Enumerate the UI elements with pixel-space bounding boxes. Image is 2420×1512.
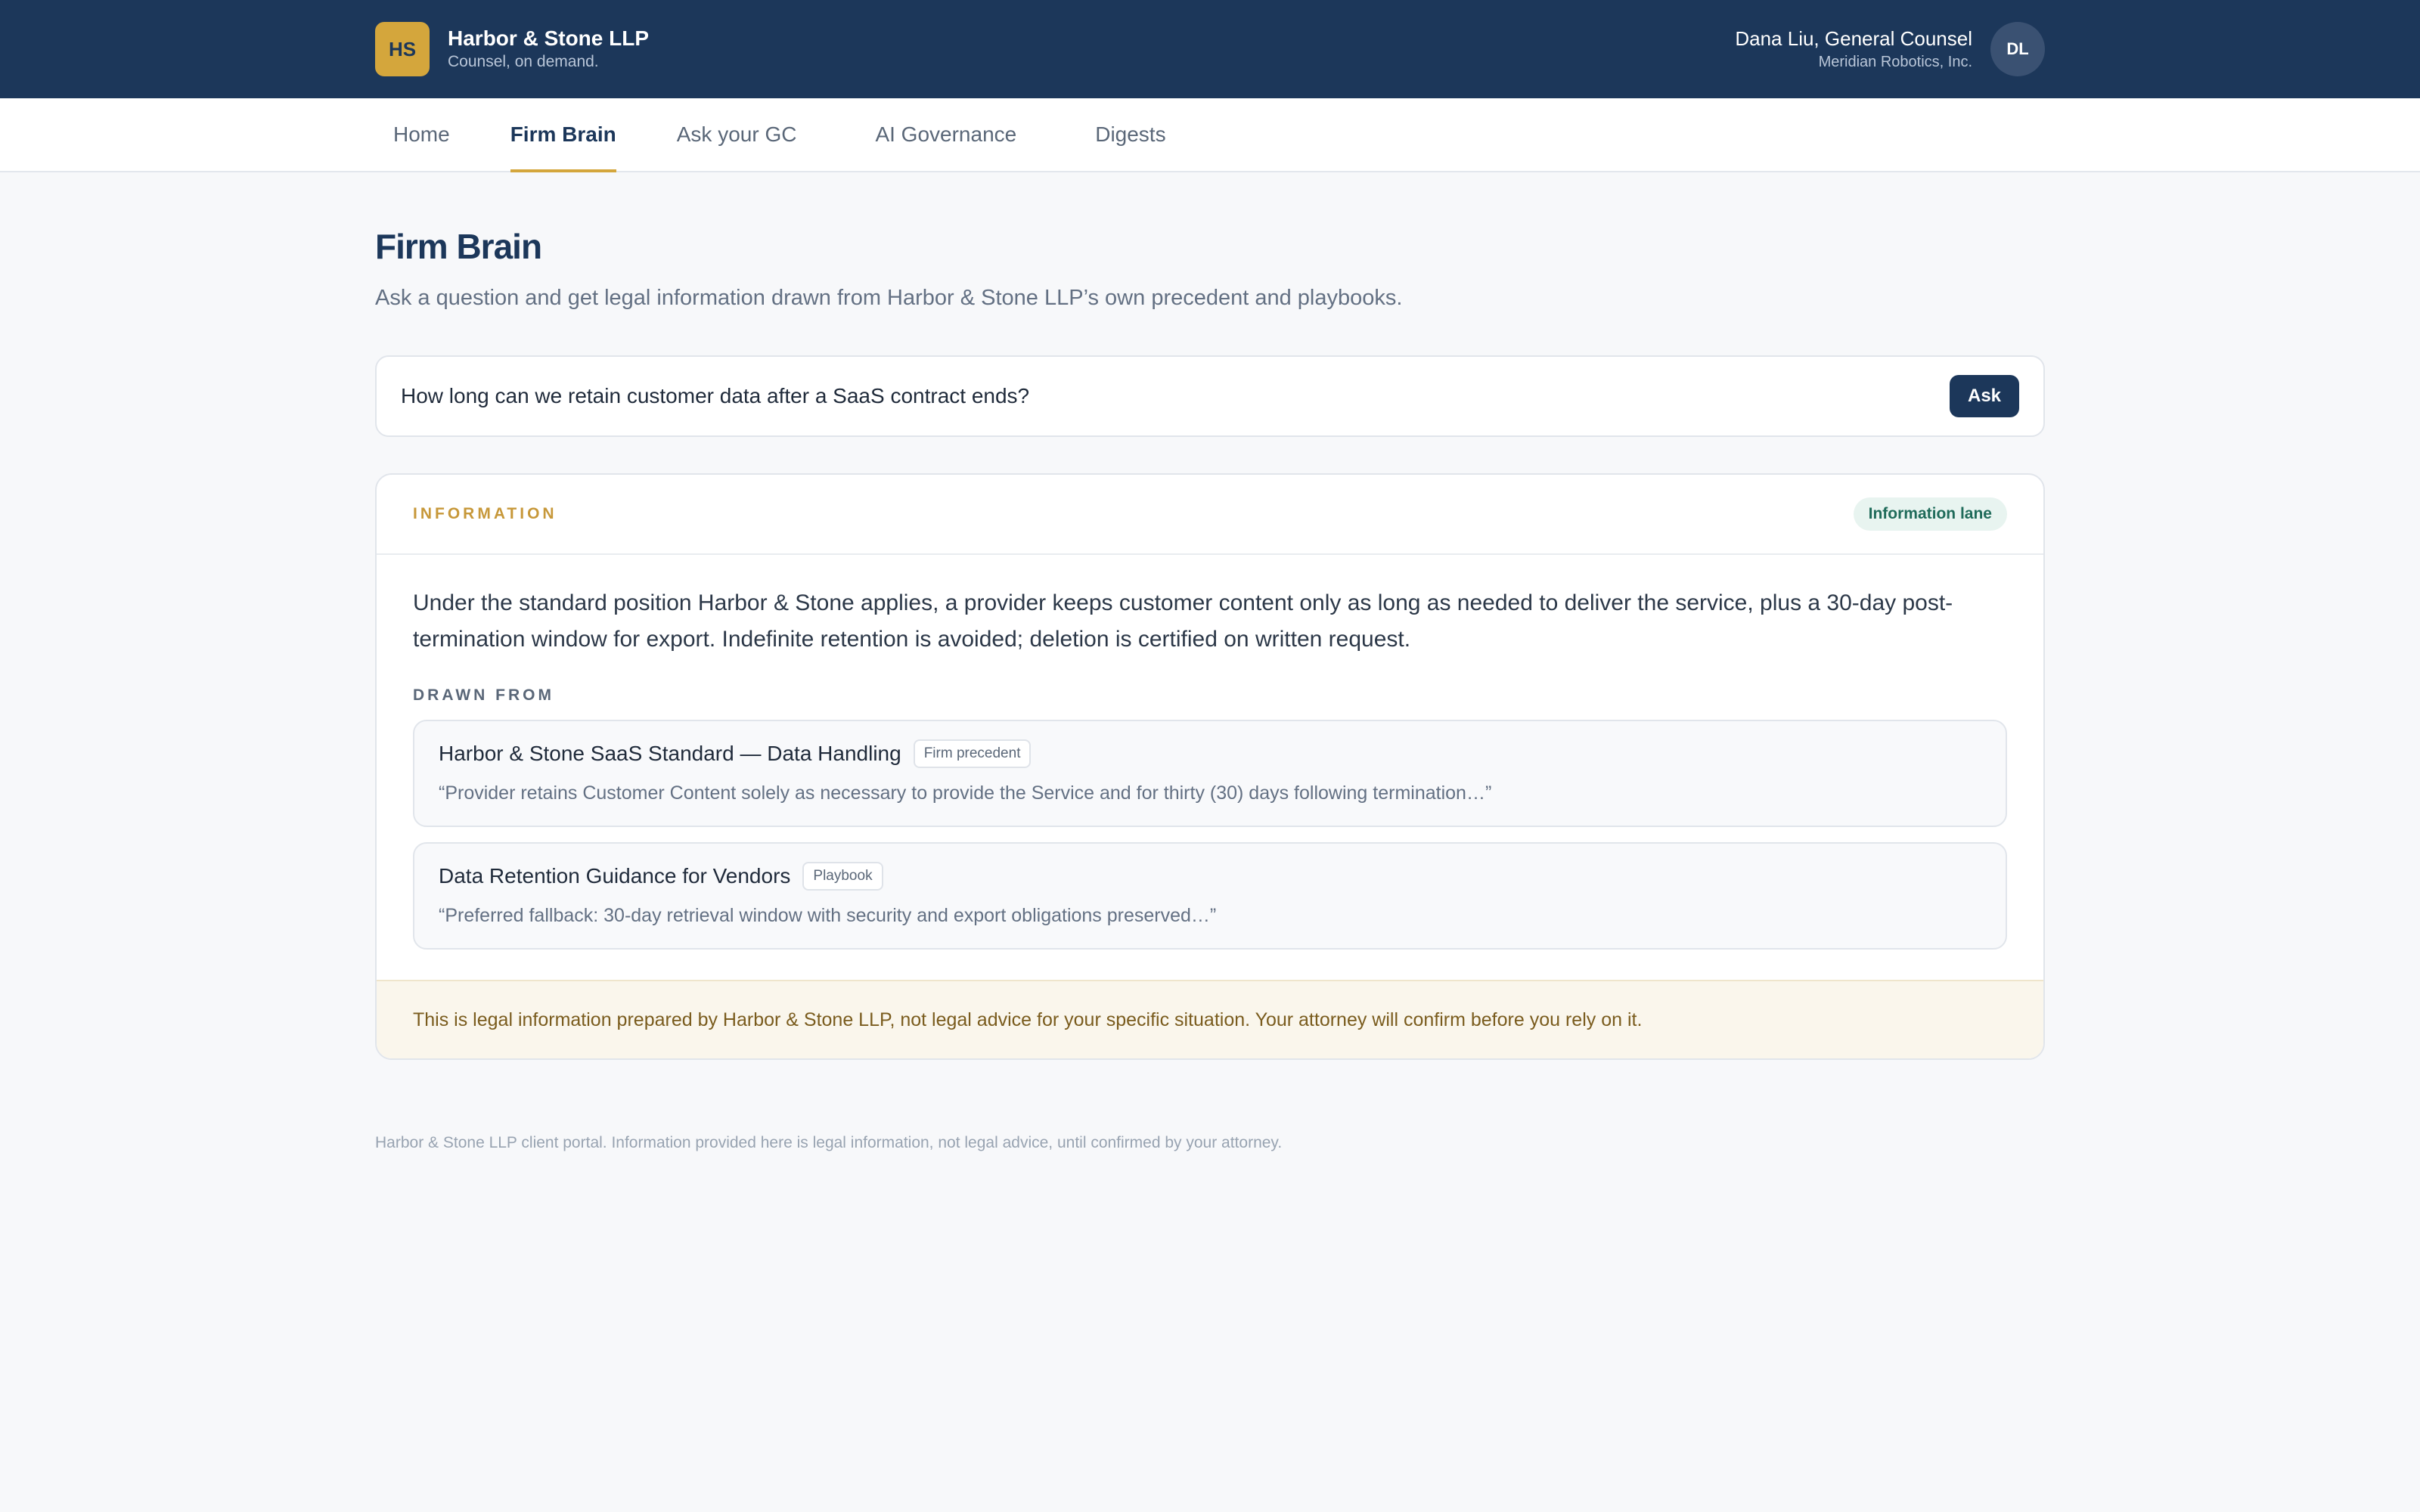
answer-card: INFORMATION Information lane Under the s… [375,473,2045,1060]
main-nav: Home Firm Brain Ask your GC AI Governanc… [0,98,2420,172]
avatar[interactable]: DL [1990,22,2045,76]
user-name: Dana Liu, General Counsel [1735,27,1972,50]
answer-text: Under the standard position Harbor & Sto… [413,590,1953,652]
section-label: INFORMATION [413,505,557,522]
answer-card-body: Under the standard position Harbor & Sto… [377,555,2043,980]
main-content: Firm Brain Ask a question and get legal … [0,224,2420,1152]
nav-item-digests[interactable]: Digests [1077,98,1184,171]
source-item[interactable]: Harbor & Stone SaaS Standard — Data Hand… [413,720,2007,827]
user-organization: Meridian Robotics, Inc. [1818,54,1972,70]
nav-item-firm-brain[interactable]: Firm Brain [510,98,616,172]
legal-disclaimer: This is legal information prepared by Ha… [377,980,2043,1058]
firm-tagline: Counsel, on demand. [448,53,599,70]
source-title: Harbor & Stone SaaS Standard — Data Hand… [439,742,901,765]
page-title: Firm Brain [375,227,542,266]
nav-item-ask-your-gc[interactable]: Ask your GC [659,98,815,171]
firm-name: Harbor & Stone LLP [448,26,650,50]
brand[interactable]: HS Harbor & Stone LLP Counsel, on demand… [375,22,649,76]
source-item[interactable]: Data Retention Guidance for Vendors Play… [413,842,2007,950]
source-tag: Firm precedent [913,739,1032,768]
footer-note: Harbor & Stone LLP client portal. Inform… [375,1134,1283,1151]
user-menu[interactable]: Dana Liu, General Counsel Meridian Robot… [1735,22,2045,76]
page-subtitle: Ask a question and get legal information… [375,286,1403,310]
source-tag: Playbook [802,862,883,891]
top-bar: HS Harbor & Stone LLP Counsel, on demand… [0,0,2420,98]
nav-item-ai-governance[interactable]: AI Governance [857,98,1035,171]
ask-button[interactable]: Ask [1950,375,2019,417]
firm-logo: HS [375,22,430,76]
source-quote: “Provider retains Customer Content solel… [439,782,1492,804]
drawn-from-label: DRAWN FROM [413,686,554,704]
source-quote: “Preferred fallback: 30-day retrieval wi… [439,905,1217,926]
nav-item-home[interactable]: Home [375,98,468,171]
question-box: Ask [375,355,2045,437]
lane-badge: Information lane [1853,497,2007,531]
question-input[interactable] [401,384,1950,408]
answer-card-header: INFORMATION Information lane [377,475,2043,555]
source-title: Data Retention Guidance for Vendors [439,864,791,888]
